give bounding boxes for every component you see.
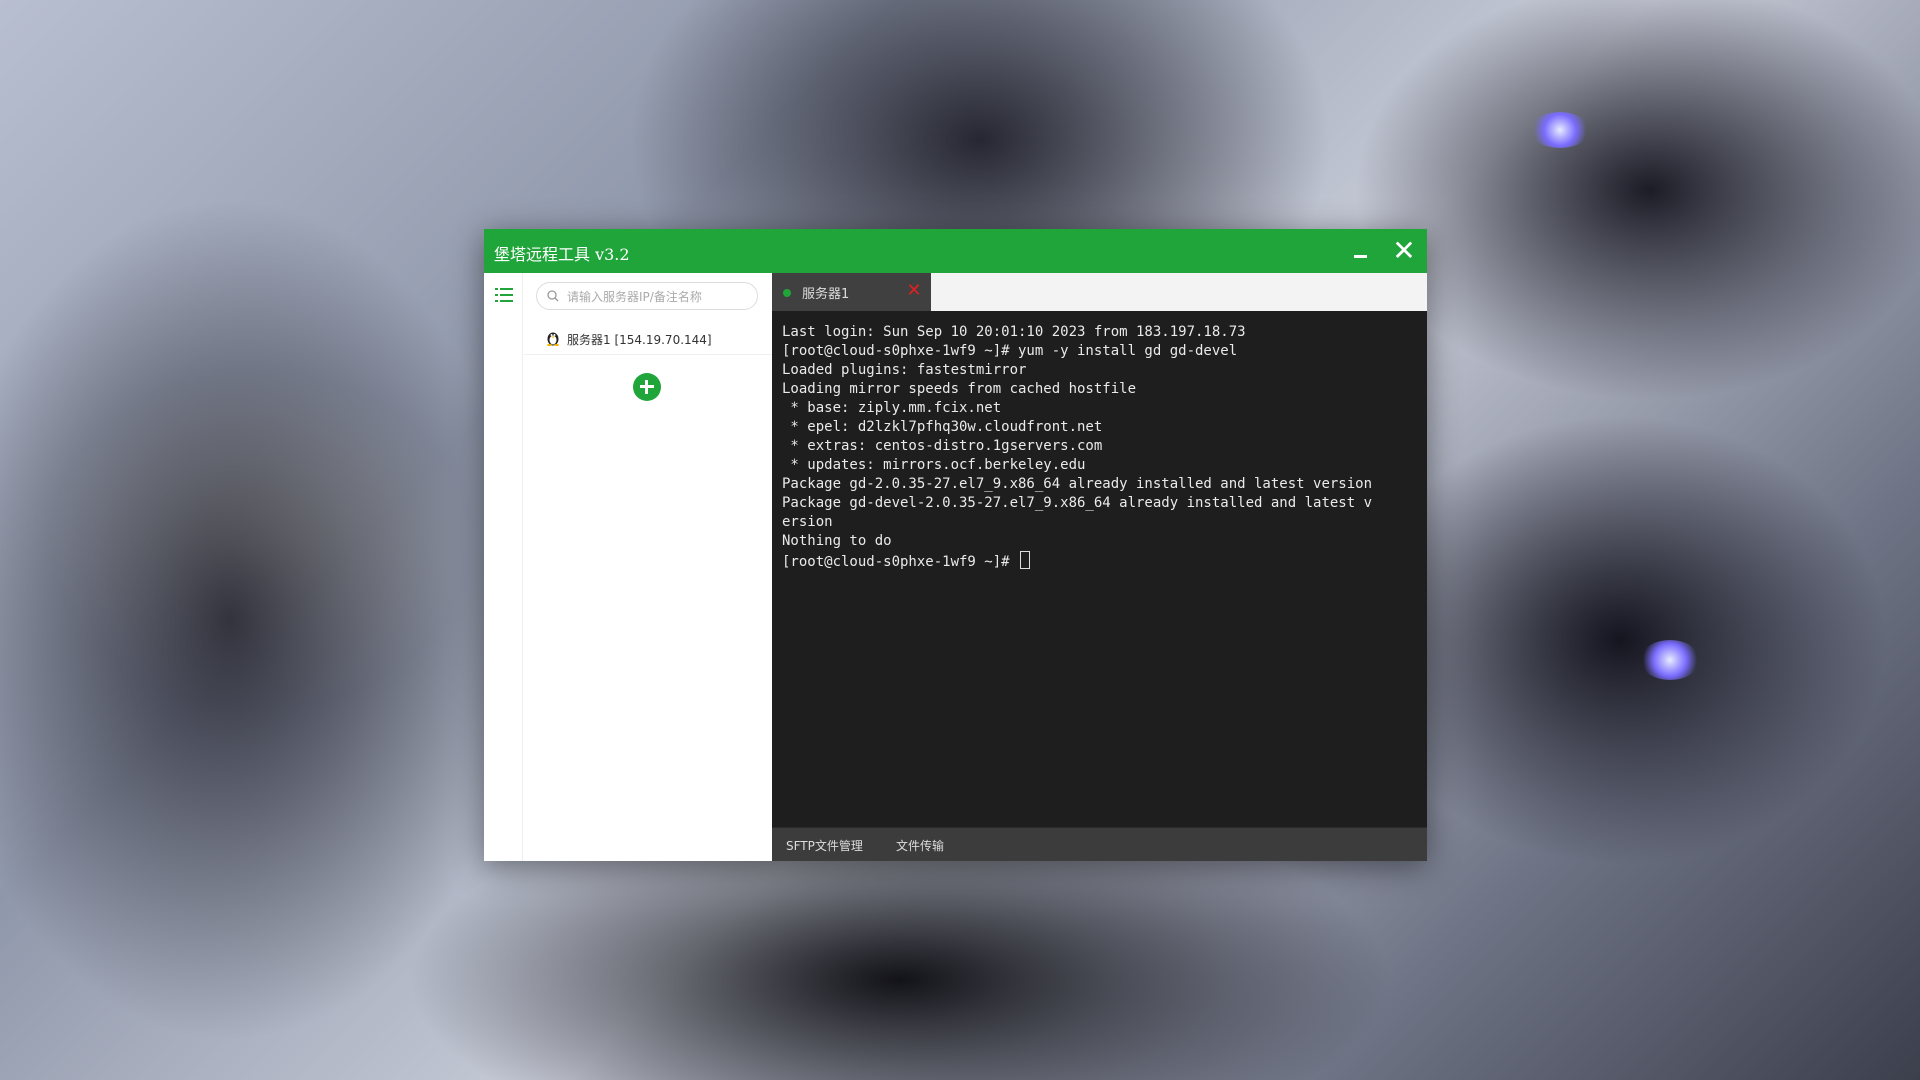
search-icon	[547, 290, 559, 302]
terminal-line: Last login: Sun Sep 10 20:01:10 2023 fro…	[782, 324, 1246, 340]
server-search-box	[536, 282, 758, 310]
sftp-file-manager-button[interactable]: SFTP文件管理	[786, 837, 863, 854]
terminal-line: * base: ziply.mm.fcix.net	[782, 400, 1002, 416]
window-title: 堡塔远程工具 v3.2	[494, 245, 630, 264]
close-icon: ✕	[1392, 234, 1416, 267]
terminal-output[interactable]: Last login: Sun Sep 10 20:01:10 2023 fro…	[772, 311, 1427, 827]
tab-label: 服务器1	[802, 287, 850, 302]
terminal-line: Loading mirror speeds from cached hostfi…	[782, 381, 1137, 397]
dragon-eye-upper	[1530, 112, 1590, 148]
terminal-prompt-line: [root@cloud-s0phxe-1wf9 ~]#	[782, 551, 1417, 570]
app-window: 堡塔远程工具 v3.2 ✕ 请输入服务器IP/备注名称 服务器1 [154.19…	[484, 229, 1427, 861]
server-list-item[interactable]: 服务器1 [154.19.70.144]	[524, 321, 772, 355]
terminal-line: * extras: centos-distro.1gservers.com	[782, 438, 1103, 454]
minimize-icon	[1354, 255, 1367, 258]
terminal-line: ersion	[782, 514, 833, 530]
terminal-line: Loaded plugins: fastestmirror	[782, 362, 1027, 378]
terminal-line: [root@cloud-s0phxe-1wf9 ~]# yum -y insta…	[782, 343, 1238, 359]
terminal-prompt: [root@cloud-s0phxe-1wf9 ~]#	[782, 554, 1019, 570]
list-menu-icon[interactable]	[495, 287, 513, 303]
close-button[interactable]: ✕	[1388, 235, 1420, 267]
linux-penguin-icon	[547, 332, 559, 346]
sidebar-rail	[484, 273, 523, 861]
terminal-line: * updates: mirrors.ocf.berkeley.edu	[782, 457, 1086, 473]
terminal-panel: 服务器1 ✕ Last login: Sun Sep 10 20:01:10 2…	[772, 273, 1427, 861]
tab-server-1[interactable]: 服务器1 ✕	[772, 273, 931, 311]
terminal-bottom-bar: SFTP文件管理 文件传输	[772, 827, 1427, 861]
add-server-button[interactable]	[633, 373, 661, 401]
terminal-line: Package gd-2.0.35-27.el7_9.x86_64 alread…	[782, 476, 1373, 492]
session-tab-bar: 服务器1 ✕	[772, 273, 1427, 311]
title-bar[interactable]: 堡塔远程工具 v3.2 ✕	[484, 229, 1427, 273]
minimize-button[interactable]	[1344, 235, 1376, 267]
dragon-eye-lower	[1640, 640, 1700, 680]
tab-close-icon[interactable]: ✕	[905, 281, 923, 301]
connection-status-dot	[783, 289, 791, 297]
server-search-input[interactable]	[565, 286, 754, 308]
terminal-cursor	[1020, 551, 1031, 569]
terminal-line: Nothing to do	[782, 533, 892, 549]
file-transfer-button[interactable]: 文件传输	[896, 837, 944, 854]
server-sidebar: 服务器1 [154.19.70.144]	[484, 273, 772, 861]
terminal-line: * epel: d2lzkl7pfhq30w.cloudfront.net	[782, 419, 1103, 435]
server-list-item-label: 服务器1 [154.19.70.144]	[567, 333, 712, 347]
terminal-line: Package gd-devel-2.0.35-27.el7_9.x86_64 …	[782, 495, 1373, 511]
